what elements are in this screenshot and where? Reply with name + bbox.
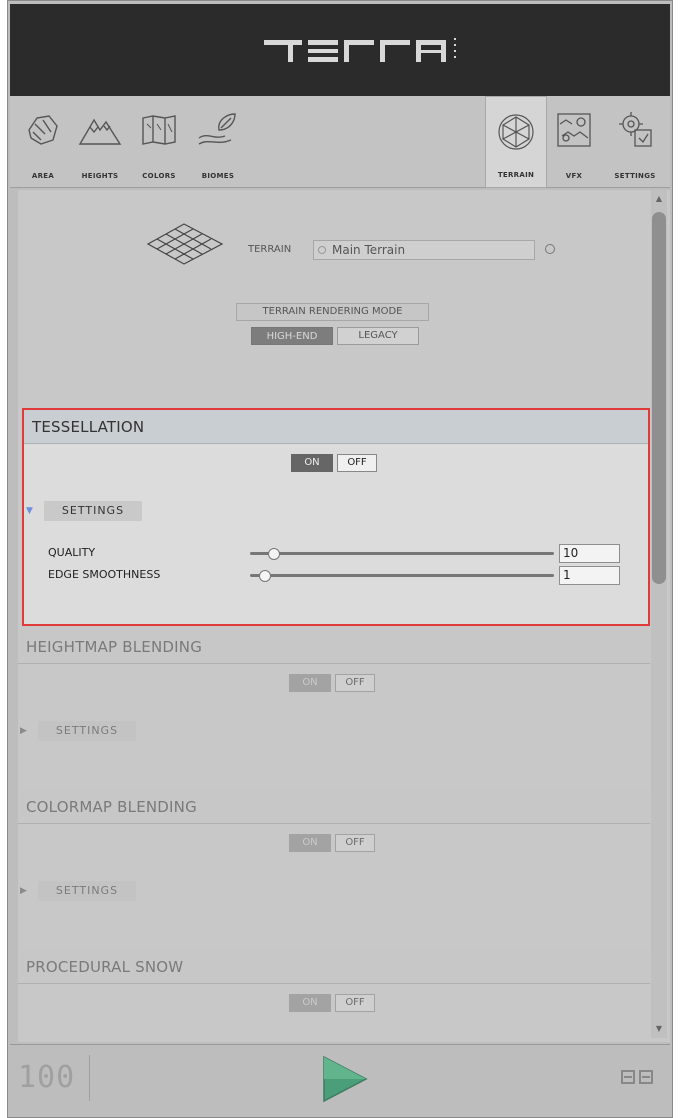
terrain-object-field[interactable]: Main Terrain [313, 240, 535, 260]
counter-display: 100 [18, 1055, 90, 1101]
colormap-section: COLORMAP BLENDING ON OFF ▶ SETTINGS [18, 790, 650, 940]
tool-biomes-label: BIOMES [201, 172, 235, 180]
heightmap-settings-tab[interactable]: SETTINGS [38, 721, 136, 741]
quality-slider-knob[interactable] [268, 548, 281, 560]
scroll-up-arrow-icon[interactable]: ▲ [651, 194, 667, 204]
tool-settings-label: SETTINGS [614, 172, 656, 180]
tool-vfx[interactable]: VFX [550, 96, 598, 188]
expand-arrow-icon[interactable]: ▼ [26, 506, 33, 516]
terra-logo [264, 32, 464, 68]
settings-icon [615, 110, 655, 154]
procedural-snow-header[interactable]: PROCEDURAL SNOW [18, 950, 650, 984]
tessellation-section: TESSELLATION ON OFF ▼ SETTINGS QUALITY 1… [22, 408, 650, 626]
procedural-snow-section: PROCEDURAL SNOW ON OFF [18, 950, 650, 1040]
colormap-off-button[interactable]: OFF [335, 834, 375, 852]
inspector-scroll-area[interactable]: TERRAIN Main Terrain TERRAIN RENDERING M… [18, 190, 670, 1042]
header-bar [10, 4, 670, 96]
scroll-down-arrow-icon[interactable]: ▼ [651, 1024, 667, 1034]
object-picker-icon[interactable] [545, 244, 555, 254]
tessellation-on-button[interactable]: ON [291, 454, 333, 472]
tool-terrain-label: TERRAIN [497, 171, 535, 179]
mountain-icon [78, 110, 122, 154]
tool-colors[interactable]: COLORS [132, 96, 186, 188]
tool-vfx-label: VFX [565, 172, 583, 180]
rendering-mode-label: TERRAIN RENDERING MODE [236, 303, 429, 321]
tool-biomes[interactable]: BIOMES [190, 96, 246, 188]
heightmap-off-button[interactable]: OFF [335, 674, 375, 692]
colormap-settings-tab[interactable]: SETTINGS [38, 881, 136, 901]
tool-settings[interactable]: SETTINGS [602, 96, 668, 188]
terrain-label: TERRAIN [248, 244, 292, 255]
tessellation-toggle: ON OFF [291, 454, 379, 472]
edge-smoothness-value-field[interactable]: 1 [559, 566, 620, 585]
tool-heights[interactable]: HEIGHTS [70, 96, 130, 188]
colormap-toggle: ON OFF [289, 834, 377, 852]
tool-colors-label: COLORS [142, 172, 176, 180]
quality-slider[interactable] [250, 552, 554, 555]
colormap-header[interactable]: COLORMAP BLENDING [18, 790, 650, 824]
vertical-scrollbar[interactable]: ▲ ▼ [651, 190, 667, 1038]
tool-area[interactable]: AREA [20, 96, 66, 188]
tool-area-label: AREA [31, 172, 55, 180]
tessellation-header[interactable]: TESSELLATION [24, 410, 648, 444]
heightmap-toggle: ON OFF [289, 674, 377, 692]
area-icon [23, 110, 63, 154]
scrollbar-thumb[interactable] [652, 212, 666, 584]
heightmap-on-button[interactable]: ON [289, 674, 331, 692]
edge-smoothness-slider[interactable] [250, 574, 554, 577]
terrain-object-value: Main Terrain [332, 243, 406, 257]
legacy-button[interactable]: LEGACY [337, 327, 419, 345]
object-dot-icon [318, 246, 326, 254]
tool-terrain[interactable]: TERRAIN [485, 96, 547, 188]
toolbar: AREA HEIGHTS COLORS BIOMES TERRAIN VFX S… [10, 96, 670, 188]
quality-label: QUALITY [48, 546, 96, 559]
tool-heights-label: HEIGHTS [81, 172, 119, 180]
edge-smoothness-label: EDGE SMOOTHNESS [48, 568, 161, 581]
colormap-on-button[interactable]: ON [289, 834, 331, 852]
quality-value-field[interactable]: 10 [559, 544, 620, 563]
edge-smoothness-slider-knob[interactable] [259, 570, 272, 582]
highend-button[interactable]: HIGH-END [251, 327, 333, 345]
heightmap-section: HEIGHTMAP BLENDING ON OFF ▶ SETTINGS [18, 630, 650, 780]
tessellation-off-button[interactable]: OFF [337, 454, 377, 472]
collapse-arrow-icon[interactable]: ▶ [20, 726, 27, 736]
procedural-snow-toggle: ON OFF [289, 994, 377, 1012]
leaf-hand-icon [197, 110, 239, 154]
play-icon[interactable] [320, 1055, 368, 1103]
terrain-mesh-icon [146, 222, 224, 270]
heightmap-header[interactable]: HEIGHTMAP BLENDING [18, 630, 650, 664]
resize-icon[interactable] [618, 1065, 658, 1089]
vfx-icon [554, 110, 594, 154]
snow-off-button[interactable]: OFF [335, 994, 375, 1012]
tessellation-settings-tab[interactable]: SETTINGS [44, 501, 142, 521]
sphere-icon [495, 111, 537, 157]
collapse-arrow-icon[interactable]: ▶ [20, 886, 27, 896]
snow-on-button[interactable]: ON [289, 994, 331, 1012]
bottom-bar: 100 [10, 1044, 670, 1114]
map-icon [139, 110, 179, 154]
